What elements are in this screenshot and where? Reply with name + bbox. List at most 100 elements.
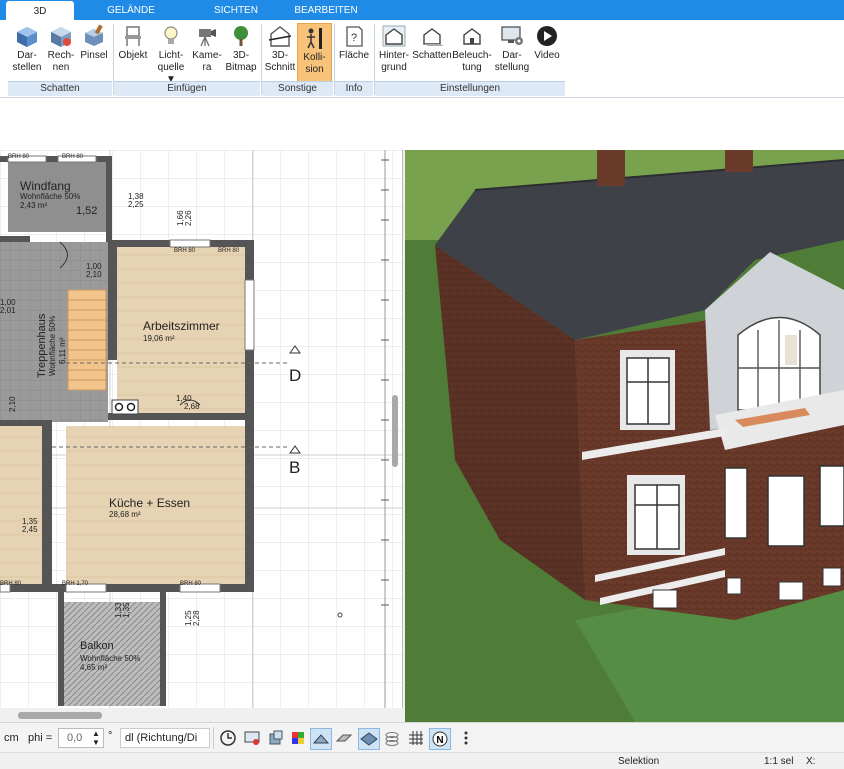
phi-stepper-icon[interactable]: ▲ ▼: [92, 729, 100, 747]
brh-label: BRH 80: [62, 154, 84, 160]
mode-select[interactable]: dl (Richtung/Di: [120, 728, 210, 748]
room-area-treppenhaus: 6,11 m²: [58, 337, 67, 364]
tab-bearbeiten[interactable]: BEARBEITEN: [290, 0, 362, 20]
bitmap-label-2: Bitmap: [225, 62, 257, 73]
cube-display-icon: [17, 27, 37, 47]
group-einstellungen: Einstellungen: [375, 81, 565, 96]
room-sub-windfang: Wohnfläche 50%: [20, 192, 81, 201]
room-area-kueche: 28,68 m²: [109, 510, 141, 519]
cube-compute-icon: [51, 27, 71, 47]
area-info-icon: ?: [346, 26, 363, 47]
hintergrund-button[interactable]: Hinter- grund: [376, 22, 412, 82]
darstellen-label-2: stellen: [12, 62, 42, 73]
status-bar: Selektion 1:1 sel X:: [0, 752, 844, 768]
collision-icon: [306, 28, 322, 49]
floor-plan-view[interactable]: Windfang Wohnfläche 50% 2,43 m² Arbeitsz…: [0, 150, 403, 708]
tab-3d[interactable]: 3D: [6, 1, 74, 20]
floor-plan-drawing: [0, 150, 402, 708]
kollision-label-2: sion: [305, 64, 324, 75]
rechnen-label-2: nen: [52, 62, 70, 73]
svg-text:?: ?: [351, 32, 357, 44]
dim-label: 2,10: [86, 270, 102, 279]
darstellen-button[interactable]: Dar- stellen: [10, 22, 44, 82]
video-button[interactable]: Video: [532, 22, 562, 82]
more-options-icon[interactable]: [456, 728, 476, 748]
layers-icon[interactable]: [266, 728, 286, 748]
kamera-label-1: Kame-: [192, 50, 222, 61]
lichtquelle-label-1: Licht-: [158, 50, 184, 61]
room-area-arbeitszimmer: 19,06 m²: [143, 334, 175, 343]
pinsel-label: Pinsel: [80, 50, 108, 61]
room-name-arbeitszimmer: Arbeitszimmer: [143, 319, 220, 333]
brh-label: BRH 80: [218, 248, 240, 254]
tree-icon: [234, 26, 248, 46]
dim-label: 1,35: [122, 602, 131, 618]
play-icon: [537, 26, 557, 46]
palette-icon[interactable]: [288, 728, 308, 748]
surface-icon[interactable]: [310, 728, 332, 750]
hatch-icon[interactable]: [334, 728, 354, 748]
phi-label: phi =: [28, 732, 53, 744]
section-marker-d: D: [289, 366, 302, 385]
group-sonstige: Sonstige: [262, 81, 333, 96]
svg-text:N: N: [436, 735, 443, 746]
objekt-button[interactable]: Objekt: [116, 22, 150, 82]
mode-value: dl (Richtung/Di: [125, 732, 198, 744]
clock-icon[interactable]: [218, 728, 238, 748]
schnitt-label-1: 3D-: [271, 50, 289, 61]
beleuchtung-button[interactable]: Beleuch- tung: [452, 22, 492, 82]
room-sub-treppenhaus: Wohnfläche 50%: [48, 315, 57, 376]
plan-vertical-scrollbar[interactable]: [392, 395, 398, 467]
room-area-windfang: 2,43 m²: [20, 201, 48, 210]
dim-label: 2,10: [8, 396, 17, 412]
schnitt-button[interactable]: 3D- Schnitt: [263, 22, 297, 82]
brh-label: BRH 1,70: [62, 581, 89, 587]
dim-label: 2,25: [128, 200, 144, 209]
bitmap-button[interactable]: 3D- Bitmap: [224, 22, 258, 82]
flaeche-button[interactable]: ? Fläche: [337, 22, 371, 82]
group-schatten: Schatten: [8, 81, 112, 96]
room-name-treppenhaus: Treppenhaus: [36, 313, 48, 378]
grid-icon[interactable]: [406, 728, 426, 748]
kamera-button[interactable]: Kame- ra: [191, 22, 223, 82]
phi-value: 0,0: [67, 732, 83, 744]
lightbulb-icon: [164, 26, 178, 44]
rechnen-button[interactable]: Rech- nen: [45, 22, 77, 82]
bottom-toolbar: cm phi = 0,0 ▲ ▼ ° dl (Richtung/Di N: [0, 722, 844, 753]
flaeche-label: Fläche: [338, 50, 369, 61]
kollision-button[interactable]: Kolli- sion: [297, 23, 332, 83]
darstellung-label-1: Dar-: [502, 50, 522, 61]
tab-sichten[interactable]: SICHTEN: [205, 0, 267, 20]
room-name-windfang: Windfang: [20, 179, 71, 193]
schnitt-label-2: Schnitt: [264, 62, 296, 73]
darstellung-button[interactable]: Dar- stellung: [492, 22, 532, 82]
camera-icon: [199, 29, 216, 47]
ribbon: Dar- stellen Rech- nen Pinsel Objekt Lic…: [0, 20, 844, 98]
3d-view[interactable]: [405, 150, 844, 722]
tab-gelaende[interactable]: GELÄNDE: [96, 0, 166, 20]
monitor-icon[interactable]: [242, 728, 262, 748]
beleuchtung-label-2: tung: [462, 62, 482, 73]
stack-icon[interactable]: [382, 728, 402, 748]
dim-label: 2,26: [184, 210, 193, 226]
section-house-icon: [268, 26, 292, 47]
ribbon-tab-bar: 3D GELÄNDE SICHTEN BEARBEITEN: [0, 0, 844, 20]
plane-icon[interactable]: [358, 728, 380, 750]
dim-label: 2,28: [192, 610, 201, 626]
kamera-label-2: ra: [202, 62, 212, 73]
lichtquelle-button[interactable]: Licht- quelle ▼: [153, 22, 189, 85]
room-name-balkon: Balkon: [80, 640, 114, 652]
monitor-gear-icon: [501, 26, 523, 45]
plan-horizontal-scrollbar[interactable]: [18, 712, 102, 719]
unit-label: cm: [4, 732, 19, 744]
dim-label: 2,45: [22, 525, 38, 534]
objekt-label: Objekt: [118, 50, 148, 61]
brh-label: BRH 80: [0, 581, 22, 587]
north-icon[interactable]: N: [429, 728, 451, 750]
bitmap-label-1: 3D-: [232, 50, 250, 61]
pinsel-button[interactable]: Pinsel: [78, 22, 110, 82]
room-sub-balkon: Wohnfläche 50%: [80, 654, 141, 663]
phi-input[interactable]: 0,0 ▲ ▼: [58, 728, 104, 748]
kollision-label-1: Kolli-: [303, 52, 326, 63]
schatten-settings-button[interactable]: Schatten: [412, 22, 452, 82]
